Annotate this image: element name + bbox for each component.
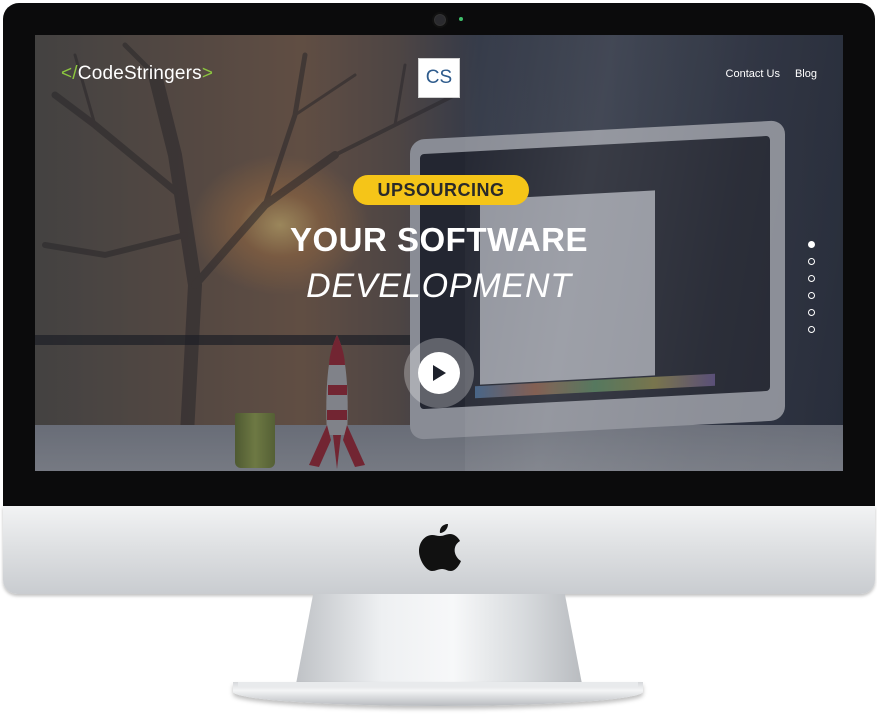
slide-dot-2[interactable] (808, 258, 815, 265)
logo-open-bracket: </ (61, 63, 78, 84)
apple-logo-icon (419, 524, 461, 571)
play-icon (433, 365, 446, 381)
monitor-stand-neck (296, 594, 582, 684)
play-button-circle (418, 352, 460, 394)
play-video-button[interactable] (404, 338, 474, 408)
slider-pagination (808, 241, 815, 333)
hero-tag: UPSOURCING (353, 175, 529, 205)
slide-dot-6[interactable] (808, 326, 815, 333)
logo-close-bracket: > (201, 63, 214, 84)
camera-led (459, 17, 463, 21)
slide-dot-4[interactable] (808, 292, 815, 299)
nav-blog[interactable]: Blog (795, 68, 817, 80)
monitor-stand-foot-edge (238, 682, 638, 687)
logo-text: CodeStringers (77, 63, 202, 84)
nav-contact-us[interactable]: Contact Us (726, 68, 780, 80)
hero-headline: YOUR SOFTWARE (289, 221, 588, 258)
codestringers-logo[interactable]: </CodeStringers> (61, 63, 213, 85)
top-nav: Contact Us Blog (726, 68, 817, 80)
slide-dot-3[interactable] (808, 275, 815, 282)
slide-dot-5[interactable] (808, 309, 815, 316)
cs-badge-logo[interactable]: CS (418, 58, 460, 98)
website-screen: </CodeStringers> CS Contact Us Blog UPSO… (35, 35, 843, 471)
hero-subline: DEVELOPMENT (306, 267, 572, 305)
slide-dot-1[interactable] (808, 241, 815, 248)
camera-icon (432, 12, 448, 28)
